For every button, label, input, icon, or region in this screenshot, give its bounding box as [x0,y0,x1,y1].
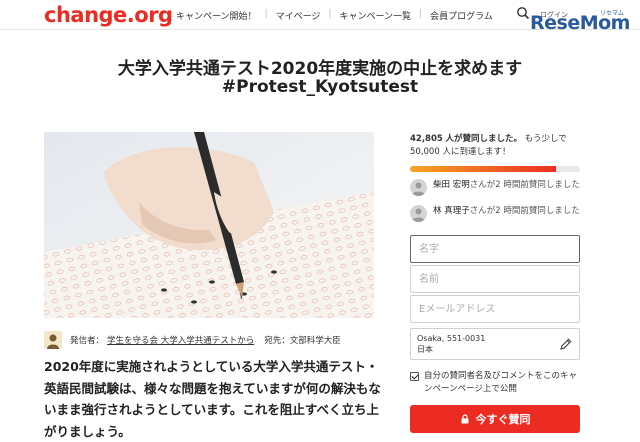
signer-text: さんが2 時間前賛同しました [469,180,580,190]
last-name-field[interactable] [410,235,580,263]
location-field[interactable]: Osaka, 551-0031 日本 [410,328,580,360]
addressee: 宛先：文部科学大臣 [264,336,341,346]
search-icon[interactable] [516,6,530,20]
signature-count-text: 42,805 人が賛同しました。 もう少しで 50,000 人に到達します！ [410,133,590,159]
consent-row: 自分の賛同者名及びコメントをこのキャンペーンページ上で公開 [410,370,585,396]
recent-signer: 柴田 宏明さんが2 時間前賛同しました [410,179,585,196]
signature-count-suffix: 人が賛同しました。 [445,134,523,144]
person-icon [412,208,425,222]
location-line-2: 日本 [417,345,433,354]
email-field[interactable] [410,295,580,323]
signature-progress-bar [410,166,580,172]
person-icon [47,334,59,349]
petition-photo [44,132,374,318]
consent-text: 自分の賛同者名及びコメントをこのキャンペーンページ上で公開 [424,371,578,394]
last-name-input[interactable] [411,236,579,262]
email-input[interactable] [411,296,579,322]
pencil-icon[interactable] [559,337,573,351]
main-nav: キャンペーン開始！ | マイページ | キャンペーン一覧 | 会員プログラム [168,9,501,22]
location-line-1: Osaka, 551-0031 [417,334,486,343]
goal-text-2: 人に到達します！ [442,147,511,157]
first-name-field[interactable] [410,265,580,293]
consent-checkbox[interactable] [410,372,419,381]
signature-count: 42,805 [410,134,443,144]
signer-avatar [410,179,427,196]
progress-fill [410,166,556,172]
change-org-logo[interactable]: change.org [44,3,173,27]
recent-signer: 林 真理子さんが2 時間前賛同しました [410,205,585,222]
lock-icon [461,414,468,424]
first-name-input[interactable] [411,266,579,292]
signer-name: 柴田 宏明 [433,180,470,190]
sender-row: 発信者： 学生を守る会 大学入学共通テストから 宛先：文部科学大臣 [44,330,384,350]
signer-text: さんが2 時間前賛同しました [469,206,580,216]
pencil-answer-sheet-image [44,132,374,318]
sender-link[interactable]: 学生を守る会 大学入学共通テストから [107,334,254,346]
goal-number: 50,000 [410,147,440,157]
person-icon [412,182,425,196]
nav-my-page[interactable]: マイページ [268,9,329,22]
resemom-watermark-sub: リセマム [600,10,625,17]
sign-button-label: 今すぐ賛同 [475,413,531,426]
nav-start-campaign[interactable]: キャンペーン開始！ [168,9,265,22]
petition-description: 2020年度に実施されようとしている大学入学共通テスト・英語民間試験は、様々な問… [44,359,381,439]
signer-avatar [410,205,427,222]
site-header: change.org キャンペーン開始！ | マイページ | キャンペーン一覧 … [0,0,640,34]
sender-label: 発信者： [70,336,105,346]
nav-member-program[interactable]: 会員プログラム [422,9,501,22]
petition-hashtag: #Protest_Kyotsutest [221,77,419,97]
sign-now-button[interactable]: 今すぐ賛同 [410,405,580,433]
sender-avatar[interactable] [44,331,62,349]
nav-campaign-list[interactable]: キャンペーン一覧 [331,9,419,22]
signer-name: 林 真理子 [433,206,470,216]
goal-text-1: もう少しで [524,134,567,144]
petition-title: 大学入学共通テスト2020年度実施の中止を求めます [117,59,523,79]
